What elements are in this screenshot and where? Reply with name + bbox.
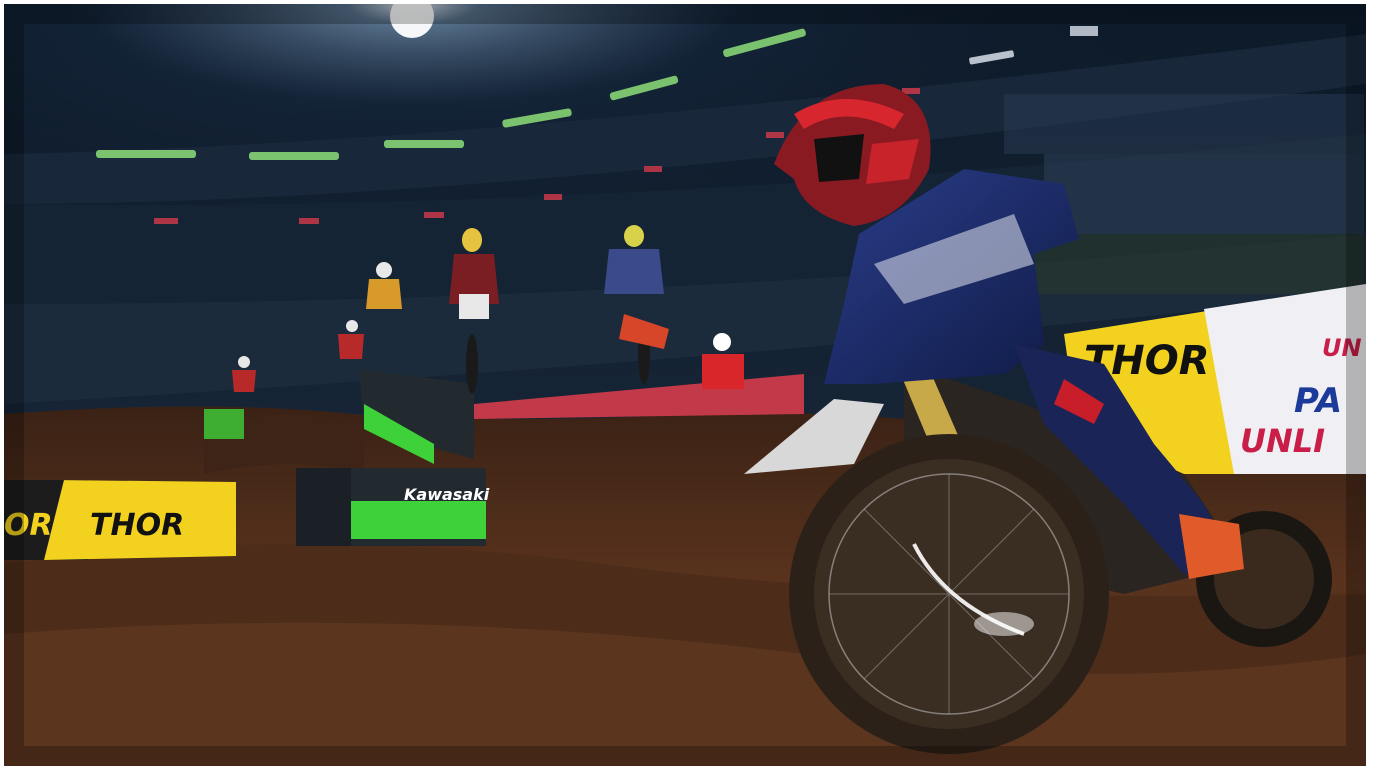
kawasaki-text: Kawasaki: [404, 485, 490, 504]
parts-unlimited-text-2: UNLI: [1240, 422, 1325, 460]
kawasaki-barrier: Kawasaki: [296, 468, 490, 546]
rider-boot: [1179, 514, 1244, 579]
small-barrier: [204, 409, 244, 439]
game-viewport: OR THOR Kawasaki THOR UN PA UNLI: [4, 4, 1366, 766]
parts-unlimited-text-1: PA: [1294, 381, 1342, 421]
goggles: [814, 134, 864, 182]
thor-banner-left: OR THOR: [4, 480, 236, 560]
thor-left-text-2: THOR: [90, 508, 184, 543]
scene-canvas: OR THOR Kawasaki THOR UN PA UNLI: [4, 4, 1366, 766]
